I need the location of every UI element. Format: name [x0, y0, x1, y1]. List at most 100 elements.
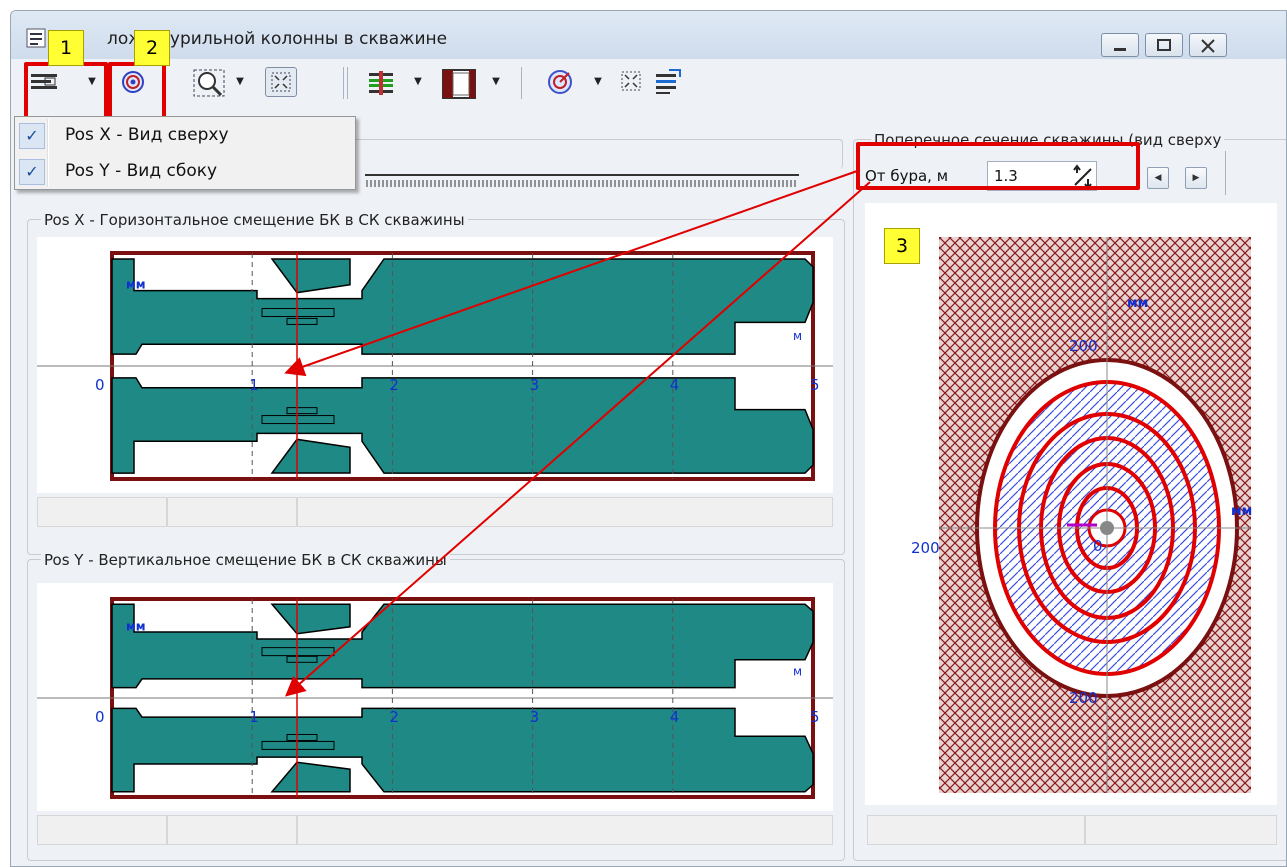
checkmark-icon: ✓ [19, 123, 45, 149]
close-icon [1190, 36, 1226, 60]
x-tick-label: 4 [670, 708, 680, 726]
x-unit-label: м [793, 329, 802, 343]
x-tick-label: 0 [95, 376, 105, 394]
toolbar-separator [521, 67, 522, 99]
cross-status-cell [867, 815, 1085, 845]
zoom-dropdown[interactable]: ▼ [233, 67, 247, 97]
checkmark-icon: ✓ [19, 159, 45, 185]
pipe-icon [369, 71, 393, 95]
posx-plot: 0 1 2 3 4 5ммм [37, 251, 833, 481]
chevron-down-icon: ▼ [236, 76, 244, 87]
triangle-right-icon: ▶ [1192, 173, 1200, 183]
y-unit-label: мм [1127, 296, 1148, 311]
x-tick-label: 4 [670, 376, 680, 394]
toolbar: ▼ ▼ ▼ ▼ ▼ [11, 59, 1286, 107]
zoom-button[interactable] [191, 67, 229, 97]
menu-item-posx[interactable]: ✓ Pos X - Вид сверху [17, 119, 353, 153]
position-slider[interactable] [363, 169, 801, 191]
casing-icon [442, 69, 476, 99]
chevron-down-icon: ▼ [414, 76, 422, 87]
export-icon [656, 69, 681, 94]
y-tick-label: 200 [1069, 337, 1098, 355]
posy-chart[interactable]: 0 1 2 3 4 5 мм м [37, 583, 833, 811]
stabilizer-blade [286, 407, 318, 415]
posx-status-cell [167, 497, 297, 527]
posy-status-cell [37, 815, 167, 845]
fit-icon [271, 72, 291, 92]
x-tick-label: 1 [249, 708, 259, 726]
posx-status-cell [297, 497, 833, 527]
stabilizer-blade [286, 655, 318, 663]
stabilizer-blade [286, 733, 318, 741]
stabilizer-blade [261, 415, 335, 425]
app-icon [25, 27, 47, 49]
highlight-box-3 [856, 142, 1140, 190]
next-position-button[interactable]: ▶ [1185, 167, 1207, 189]
toolbar-separator [343, 67, 344, 99]
close-button[interactable] [1189, 33, 1227, 57]
menu-item-posy[interactable]: ✓ Pos Y - Вид сбоку [17, 155, 353, 189]
x-tick-label: 2 [389, 708, 399, 726]
posy-title: Pos Y - Вертикальное смещение БК в СК ск… [41, 551, 450, 569]
stabilizer-blade [261, 647, 335, 657]
maximize-icon [1146, 36, 1182, 60]
y-unit-label: мм [126, 619, 146, 633]
cross-section-chart[interactable]: мм 200 200 200 0 мм [865, 203, 1277, 805]
fit-button[interactable] [265, 67, 297, 97]
menu-item-label: Pos Y - Вид сбоку [65, 161, 218, 181]
gauge-icon [548, 70, 572, 94]
zoom-icon [193, 69, 225, 97]
fit-all-button[interactable] [617, 67, 645, 97]
pipe-style-dropdown[interactable]: ▼ [411, 67, 425, 97]
origin-label: 0 [1093, 537, 1103, 555]
x-tick-label: 5 [810, 376, 820, 394]
slider-track-icon [365, 174, 799, 187]
cross-status-cell [1085, 815, 1277, 845]
highlight-box-2 [108, 62, 166, 124]
callout-2: 2 [134, 30, 170, 66]
x-tick-label: 3 [530, 708, 540, 726]
x-unit-label: мм [1231, 504, 1252, 519]
triangle-left-icon: ◀ [1154, 173, 1162, 183]
toolbar-separator [347, 67, 348, 99]
y-unit-label: мм [126, 278, 146, 292]
posx-chart[interactable]: 0 1 2 3 4 5 мм м [37, 237, 833, 493]
menu-item-label: Pos X - Вид сверху [65, 125, 229, 145]
y-tick-label: 200 [1069, 689, 1098, 707]
x-tick-label: 1 [249, 376, 259, 394]
x-tick-label: 3 [530, 376, 540, 394]
posy-status-cell [167, 815, 297, 845]
cross-section-plot: мм 200 200 200 0 мм [911, 237, 1252, 793]
minimize-button[interactable] [1101, 33, 1139, 57]
posy-status-cell [297, 815, 833, 845]
prev-position-button[interactable]: ◀ [1147, 167, 1169, 189]
x-tick-label: 5 [810, 708, 820, 726]
x-tick-label: 2 [389, 376, 399, 394]
gauge-button[interactable] [545, 67, 575, 97]
posx-title: Pos X - Горизонтальное смещение БК в СК … [41, 211, 468, 229]
stabilizer-blade [261, 308, 335, 318]
stabilizer-blade [286, 317, 318, 325]
posy-plot: 0 1 2 3 4 5ммм [37, 597, 833, 799]
title-bar: ложе бурильной колонны в скважине [11, 11, 1286, 59]
posx-status-cell [37, 497, 167, 527]
pipe-style-button[interactable] [367, 67, 395, 97]
highlight-box-1 [24, 62, 108, 124]
chevron-down-icon: ▼ [492, 76, 500, 87]
toolbar-separator [1225, 151, 1226, 195]
callout-3: 3 [884, 228, 920, 264]
casing-dropdown[interactable]: ▼ [489, 67, 503, 97]
gauge-dropdown[interactable]: ▼ [591, 67, 605, 97]
callout-1: 1 [48, 30, 84, 66]
chevron-down-icon: ▼ [594, 76, 602, 87]
x-unit-label: м [793, 664, 802, 678]
minimize-icon [1102, 36, 1138, 60]
view-menu: ✓ Pos X - Вид сверху ✓ Pos Y - Вид сбоку [14, 116, 356, 190]
maximize-button[interactable] [1145, 33, 1183, 57]
fit-all-icon [621, 71, 641, 91]
x-tick-label: 0 [95, 708, 105, 726]
casing-button[interactable] [439, 67, 481, 99]
x-tick-label: 200 [911, 539, 940, 557]
stabilizer-blade [261, 740, 335, 750]
export-button[interactable] [653, 67, 683, 97]
